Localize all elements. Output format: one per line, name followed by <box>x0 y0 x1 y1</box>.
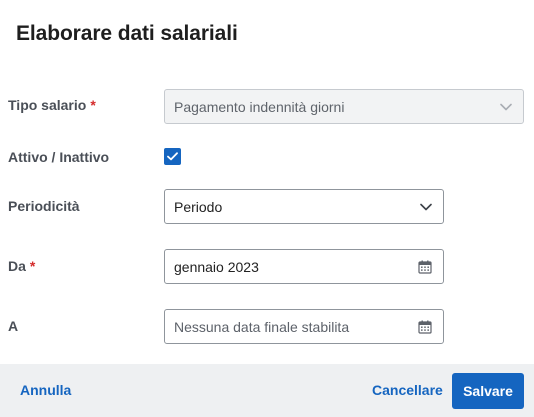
salary-type-value: Pagamento indennità giorni <box>174 98 345 115</box>
chevron-down-icon <box>420 203 432 211</box>
dialog-title: Elaborare dati salariali <box>16 22 238 45</box>
periodicity-label: Periodicità <box>8 198 80 214</box>
dialog-footer: Annulla Cancellare Salvare <box>0 364 534 417</box>
salary-type-label-text: Tipo salario <box>8 97 87 113</box>
save-button[interactable]: Salvare <box>452 373 524 409</box>
chevron-down-icon <box>500 103 512 111</box>
from-date-label-text: Da <box>8 258 26 274</box>
delete-button[interactable]: Cancellare <box>372 382 443 398</box>
calendar-icon[interactable] <box>418 320 432 334</box>
periodicity-select[interactable]: Periodo <box>164 189 444 224</box>
salary-type-label: Tipo salario * <box>8 97 96 113</box>
from-date-value: gennaio 2023 <box>174 258 259 275</box>
calendar-icon[interactable] <box>418 260 432 274</box>
to-date-label: A <box>8 318 19 334</box>
to-date-input[interactable]: Nessuna data finale stabilita <box>164 309 444 344</box>
to-date-placeholder: Nessuna data finale stabilita <box>174 318 350 335</box>
from-date-label: Da * <box>8 258 35 274</box>
active-label: Attivo / Inattivo <box>8 149 110 165</box>
from-date-input[interactable]: gennaio 2023 <box>164 249 444 284</box>
checkmark-icon <box>167 152 178 161</box>
required-marker: * <box>29 258 36 274</box>
salary-type-select[interactable]: Pagamento indennità giorni <box>164 89 524 124</box>
active-checkbox[interactable] <box>164 148 181 165</box>
required-marker: * <box>90 97 96 113</box>
cancel-button[interactable]: Annulla <box>20 382 71 398</box>
periodicity-value: Periodo <box>174 198 223 215</box>
